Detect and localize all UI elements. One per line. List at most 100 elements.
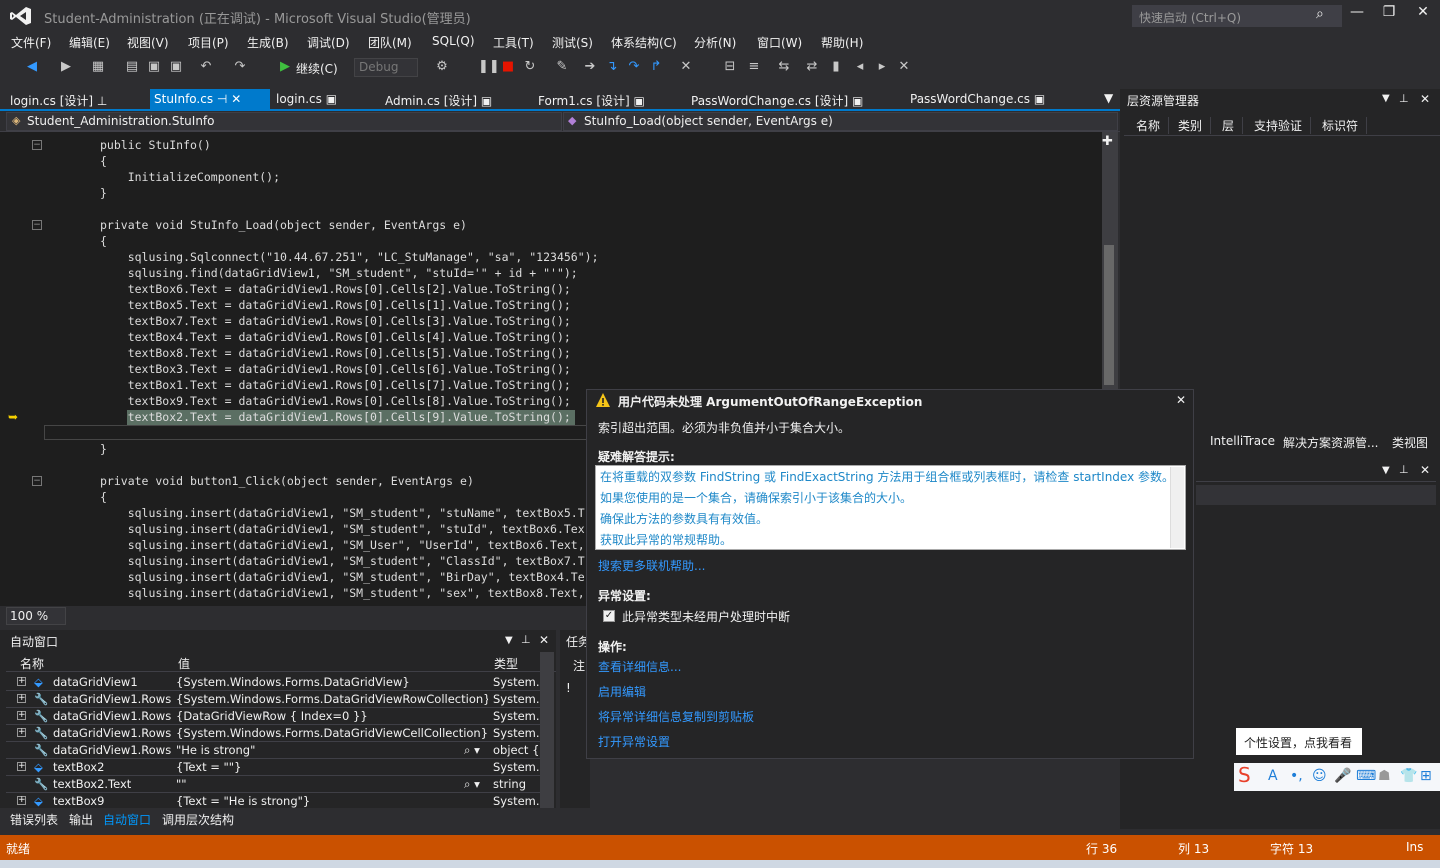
clear-bookmarks-icon[interactable]: ✕ <box>896 59 912 75</box>
pin-icon[interactable]: ⊣ <box>217 92 227 106</box>
close-icon[interactable]: ✕ <box>539 633 549 647</box>
redo-icon[interactable]: ↷ <box>232 59 248 75</box>
comment-icon[interactable]: ⇆ <box>776 59 792 75</box>
column-header[interactable]: 名称 <box>1128 117 1170 134</box>
menu-sql[interactable]: SQL(Q) <box>432 34 475 48</box>
expand-icon[interactable]: + <box>17 796 26 805</box>
close-icon[interactable]: ✕ <box>231 92 241 106</box>
close-icon[interactable]: ✕ <box>1176 393 1186 407</box>
code-line[interactable]: } <box>100 185 107 201</box>
step-out-icon[interactable]: ↱ <box>648 59 664 75</box>
execution-pointer-icon[interactable]: ➥ <box>8 410 22 424</box>
class-dropdown[interactable]: Student_Administration.StuInfo <box>6 112 562 131</box>
user-icon[interactable]: ☗ <box>1378 768 1391 784</box>
code-line[interactable]: textBox6.Text = dataGridView1.Rows[0].Ce… <box>100 281 571 297</box>
method-dropdown[interactable]: StuInfo_Load(object sender, EventArgs e) <box>563 112 1118 131</box>
table-row[interactable]: + 🔧 dataGridView1.Rows {System.Windows.Form… <box>6 691 540 708</box>
expand-icon[interactable]: + <box>17 677 26 686</box>
table-row[interactable]: + 🔧 dataGridView1.Rows[0 {DataGridViewRow {… <box>6 708 540 725</box>
font-icon[interactable]: A <box>1268 768 1278 784</box>
magnifier-icon[interactable]: ⌕ ▾ <box>464 777 480 792</box>
hints-scrollbar[interactable] <box>1170 467 1184 548</box>
expand-icon[interactable]: + <box>17 711 26 720</box>
step-over-icon[interactable]: ↷ <box>626 59 642 75</box>
code-line[interactable]: sqlusing.insert(dataGridView1, "SM_stude… <box>100 569 585 585</box>
menu-edit[interactable]: 编辑(E) <box>69 34 110 51</box>
attach-icon[interactable]: ⚙ <box>434 59 450 75</box>
column-name-header[interactable]: 名称 <box>20 655 44 672</box>
sogou-logo-icon[interactable]: S <box>1238 763 1251 787</box>
search-icon[interactable]: ⌕ <box>1316 6 1334 24</box>
menu-help[interactable]: 帮助(H) <box>821 34 863 51</box>
menu-window[interactable]: 窗口(W) <box>757 34 802 51</box>
code-line[interactable]: textBox1.Text = dataGridView1.Rows[0].Ce… <box>100 377 571 393</box>
code-line[interactable]: sqlusing.insert(dataGridView1, "SM_stude… <box>100 505 585 521</box>
menu-project[interactable]: 项目(P) <box>188 34 229 51</box>
code-line[interactable]: { <box>100 153 107 169</box>
tab-dropdown-icon[interactable]: ▼ <box>1104 91 1113 105</box>
tab-intellitrace[interactable]: IntelliTrace <box>1210 434 1275 448</box>
fold-toggle-icon[interactable]: − <box>32 476 42 486</box>
open-exception-settings-link[interactable]: 打开异常设置 <box>598 733 670 750</box>
hint-link[interactable]: 在将重载的双参数 FindString 或 FindExactString 方法… <box>600 468 1174 485</box>
hint-link[interactable]: 确保此方法的参数具有有效值。 <box>600 510 768 527</box>
code-line[interactable]: InitializeComponent(); <box>100 169 280 185</box>
quick-launch-input[interactable]: 快速启动 (Ctrl+Q) <box>1132 5 1342 27</box>
new-project-icon[interactable]: ▦ <box>90 59 106 75</box>
code-line[interactable]: sqlusing.insert(dataGridView1, "SM_stude… <box>100 521 585 537</box>
code-line[interactable]: textBox7.Text = dataGridView1.Rows[0].Ce… <box>100 313 571 329</box>
column-header[interactable]: 标识符 <box>1314 117 1368 134</box>
code-line[interactable]: textBox4.Text = dataGridView1.Rows[0].Ce… <box>100 329 571 345</box>
break-on-exception-checkbox[interactable]: ✓ <box>603 610 615 622</box>
threads-icon[interactable]: ⊟ <box>722 59 738 75</box>
expand-icon[interactable]: + <box>17 728 26 737</box>
pause-icon[interactable]: ❚❚ <box>478 59 500 75</box>
column-header[interactable]: 类别 <box>1170 117 1212 134</box>
tab-passwordchange-code[interactable]: PassWordChange.cs ▣ <box>906 89 1049 110</box>
secondary-pane-select[interactable] <box>1196 485 1436 505</box>
tab-class-view[interactable]: 类视图 <box>1392 434 1428 451</box>
column-value-header[interactable]: 值 <box>178 655 190 672</box>
code-line[interactable]: sqlusing.insert(dataGridView1, "SM_stude… <box>100 553 585 569</box>
tab-autos[interactable]: 自动窗口 <box>103 811 151 828</box>
code-line[interactable]: textBox5.Text = dataGridView1.Rows[0].Ce… <box>100 297 571 313</box>
pin-icon[interactable]: ⊥ <box>521 633 531 646</box>
tab-login-design[interactable]: login.cs [设计] ⊥ <box>6 89 111 110</box>
continue-button[interactable]: 继续(C) <box>296 60 338 77</box>
close-icon[interactable]: ✕ <box>1420 92 1430 106</box>
tab-form1-design[interactable]: Form1.cs [设计] ▣ <box>534 89 649 110</box>
restore-icon[interactable]: ❐ <box>1376 4 1402 24</box>
hint-link[interactable]: 获取此异常的常规帮助。 <box>600 531 732 548</box>
magnifier-icon[interactable]: ⌕ ▾ <box>464 743 480 758</box>
close-icon[interactable]: ✕ <box>1410 4 1436 24</box>
save-icon[interactable]: ▣ <box>146 59 162 75</box>
punctuation-icon[interactable]: •, <box>1290 768 1303 784</box>
table-row[interactable]: 🔧 textBox2.Text "" ⌕ ▾ string <box>6 776 540 793</box>
copy-details-link[interactable]: 将异常详细信息复制到剪贴板 <box>598 708 754 725</box>
code-line[interactable]: sqlusing.Sqlconnect("10.44.67.251", "LC_… <box>100 249 599 265</box>
hex-display-icon[interactable]: ✕ <box>678 59 694 75</box>
step-into-icon[interactable]: ↴ <box>604 59 620 75</box>
code-line[interactable]: { <box>100 489 107 505</box>
bookmark-icon[interactable]: ▮ <box>828 59 844 75</box>
table-row[interactable]: 🔧 dataGridView1.Rows[0 "He is strong" ⌕ ▾ ob… <box>6 742 540 759</box>
table-row[interactable]: + 🔧 dataGridView1.Rows[0 {System.Windows.Fo… <box>6 725 540 742</box>
tab-login-code[interactable]: login.cs ▣ <box>272 89 341 110</box>
stack-icon[interactable]: ≡ <box>746 59 762 75</box>
pane-dropdown-icon[interactable]: ▼ <box>1382 465 1390 476</box>
back-icon[interactable]: ◀ <box>24 59 40 75</box>
column-header[interactable]: 层 <box>1214 117 1244 134</box>
editor-scrollbar-thumb[interactable] <box>1104 245 1114 385</box>
tasks-column[interactable]: 注 <box>573 657 585 674</box>
view-details-link[interactable]: 查看详细信息... <box>598 658 681 675</box>
continue-play-icon[interactable]: ▶ <box>277 59 293 75</box>
keyboard-icon[interactable]: ⌨ <box>1356 768 1376 784</box>
menu-debug[interactable]: 调试(D) <box>307 34 350 51</box>
code-line[interactable]: textBox9.Text = dataGridView1.Rows[0].Ce… <box>100 393 571 409</box>
edit-continue-icon[interactable]: ✎ <box>554 59 570 75</box>
code-line[interactable]: textBox3.Text = dataGridView1.Rows[0].Ce… <box>100 361 571 377</box>
code-line-current[interactable]: textBox2.Text = dataGridView1.Rows[0].Ce… <box>100 409 571 425</box>
code-line[interactable]: sqlusing.insert(dataGridView1, "SM_User"… <box>100 537 585 553</box>
uncomment-icon[interactable]: ⇄ <box>804 59 820 75</box>
emoji-icon[interactable]: ☺ <box>1312 768 1327 784</box>
